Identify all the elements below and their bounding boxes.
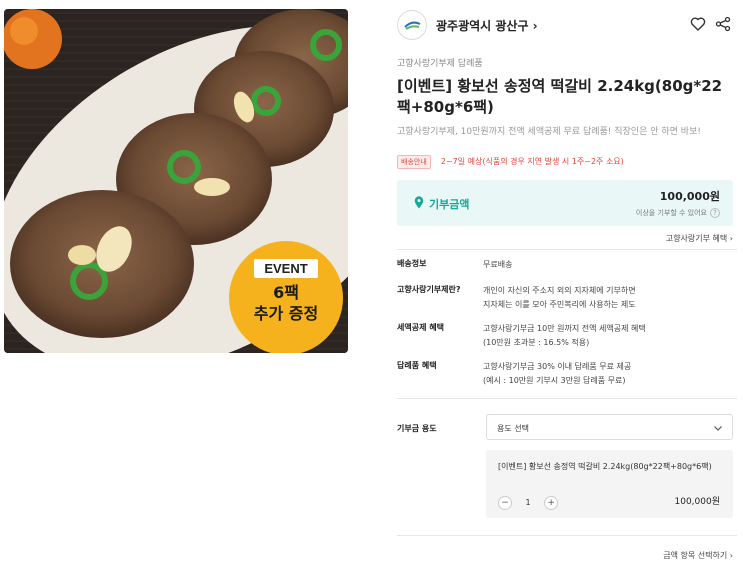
delivery-text: 2~7일 예상(식품의 경우 지연 발생 시 1주~2주 소요) bbox=[440, 157, 624, 166]
purpose-label: 기부금 용도 bbox=[397, 424, 437, 433]
selected-option-box: [이벤트] 황보선 송정역 떡갈비 2.24kg(80g*22팩+80g*6팩)… bbox=[486, 450, 733, 518]
donation-amount-box: 기부금액 100,000원 이상을 기부할 수 있어요? bbox=[397, 180, 733, 226]
delivery-badge: 배송안내 bbox=[397, 154, 431, 169]
select-amount-link[interactable]: 금액 항목 선택하기 › bbox=[663, 550, 733, 561]
donation-amount: 100,000원 bbox=[659, 190, 720, 203]
product-image: EVENT 6팩 추가 증정 bbox=[4, 9, 348, 353]
donation-note-text: 이상을 기부할 수 있어요 bbox=[635, 209, 707, 217]
info-label: 배송정보 bbox=[397, 259, 427, 268]
event-tag: EVENT bbox=[254, 259, 318, 278]
help-icon[interactable]: ? bbox=[710, 208, 720, 218]
info-label: 고향사랑기부제란? bbox=[397, 285, 461, 294]
delivery-row: 배송안내 2~7일 예상(식품의 경우 지연 발생 시 1주~2주 소요) bbox=[397, 151, 624, 169]
category-label: 고향사랑기부제 답례품 bbox=[397, 59, 483, 69]
share-icon[interactable] bbox=[715, 16, 731, 32]
purpose-select[interactable]: 용도 선택 bbox=[486, 414, 733, 440]
chevron-down-icon bbox=[714, 426, 722, 431]
product-subtitle: 고향사랑기부제, 10만원까지 전액 세액공제 무료 답례품! 직장인은 안 하… bbox=[397, 127, 701, 137]
info-value: 고향사랑기부금 30% 이내 답례품 무료 제공 (예시 : 10만원 기부시 … bbox=[483, 362, 632, 385]
increase-button[interactable]: + bbox=[544, 495, 559, 510]
seller-name-link[interactable]: 광주광역시 광산구 › bbox=[436, 17, 538, 34]
donation-label: 기부금액 bbox=[429, 198, 470, 211]
option-price: 100,000원 bbox=[674, 497, 721, 507]
quantity-stepper: − 1 + bbox=[498, 492, 559, 510]
info-value: 무료배송 bbox=[483, 260, 513, 269]
product-title: [이벤트] 황보선 송정역 떡갈비 2.24kg(80g*22팩+80g*6팩) bbox=[397, 77, 723, 116]
location-pin-icon bbox=[414, 196, 424, 209]
decrease-button[interactable]: − bbox=[498, 495, 512, 510]
divider bbox=[397, 398, 737, 399]
divider bbox=[397, 535, 737, 536]
benefit-link[interactable]: 고향사랑기부 혜택 › bbox=[666, 233, 733, 244]
heart-icon[interactable] bbox=[690, 16, 706, 32]
option-name: [이벤트] 황보선 송정역 떡갈비 2.24kg(80g*22팩+80g*6팩) bbox=[498, 462, 712, 471]
info-label: 답례품 혜택 bbox=[397, 361, 437, 370]
info-value: 고향사랑기부금 10만 원까지 전액 세액공제 혜택 (10만원 초과분 : 1… bbox=[483, 324, 646, 347]
info-label: 세액공제 혜택 bbox=[397, 323, 444, 332]
divider bbox=[397, 249, 737, 250]
quantity-value[interactable]: 1 bbox=[517, 498, 539, 507]
product-detail-panel: 광주광역시 광산구 › 고향사랑기부제 답례품 [이벤트] 황보선 송정역 떡갈… bbox=[397, 0, 737, 567]
seller-row: 광주광역시 광산구 › bbox=[397, 10, 737, 40]
purpose-select-value: 용도 선택 bbox=[497, 424, 529, 433]
event-line-2: 추가 증정 bbox=[253, 304, 319, 323]
gwangsan-logo-icon[interactable] bbox=[397, 10, 427, 40]
event-badge: EVENT 6팩 추가 증정 bbox=[229, 241, 343, 353]
info-value: 개인이 자신의 주소지 외의 지자체에 기부하면 지자체는 이를 모아 주민복리… bbox=[483, 286, 636, 309]
donation-note: 이상을 기부할 수 있어요? bbox=[636, 208, 720, 218]
event-line-1: 6팩 bbox=[273, 283, 299, 302]
